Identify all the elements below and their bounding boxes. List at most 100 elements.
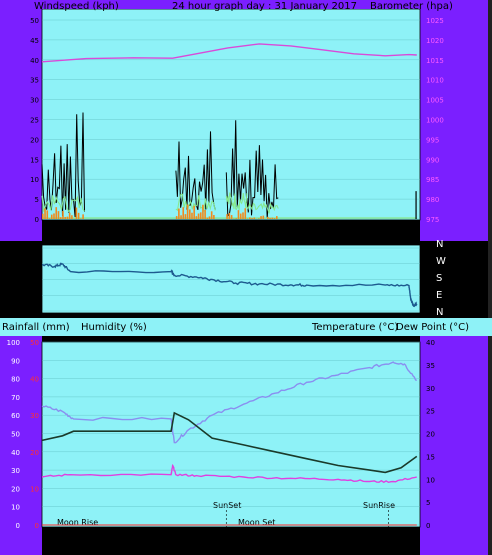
wind-speed-bar	[64, 216, 66, 219]
wind-speed-bar	[253, 217, 256, 219]
wind-speed-bar	[178, 208, 180, 219]
humidity-tick-label: 0	[16, 522, 20, 530]
direction-tick-label: 270	[26, 261, 39, 269]
direction-tick-label: 0	[35, 308, 39, 316]
x-tick-label: 23	[250, 230, 261, 240]
temp-tick-label: 25	[426, 408, 435, 416]
weather-graph-panel: Windspeed (kph) 24 hour graph day : 31 J…	[0, 0, 492, 555]
humidity-tick-label: 90	[11, 357, 20, 365]
humidity-tick-label: 40	[11, 449, 20, 457]
wind-tick-label: 40	[30, 57, 39, 65]
weather-graph-svg: Windspeed (kph) 24 hour graph day : 31 J…	[0, 0, 492, 555]
wind-speed-bar	[202, 204, 204, 219]
wind-speed-bar	[235, 218, 237, 219]
baro-tick-label: 1015	[426, 57, 444, 65]
barometer-header: Barometer (hpa)	[370, 1, 453, 12]
wind-speed-bar	[71, 215, 73, 219]
rain-tick-label: 10	[30, 485, 39, 493]
compass-label: S	[436, 273, 442, 284]
windspeed-header: Windspeed (kph)	[34, 1, 119, 12]
wind-speed-bar	[249, 217, 251, 219]
temp-tick-label: 15	[426, 453, 435, 461]
wind-speed-bar	[242, 212, 244, 219]
wind-speed-bar	[62, 210, 64, 219]
temp-tick-label: 5	[426, 499, 430, 507]
baro-tick-label: 1020	[426, 37, 444, 45]
wind-speed-bar	[271, 217, 274, 219]
temperature-header: Temperature (°C)	[311, 322, 398, 333]
x-tick-label: 21	[219, 230, 230, 240]
outer-border	[488, 0, 492, 555]
temperature-plot-area	[41, 341, 421, 528]
wind-speed-bar	[75, 207, 78, 219]
wind-tick-label: 15	[30, 156, 39, 164]
wind-speed-bar	[204, 209, 206, 219]
baro-tick-label: 995	[426, 136, 439, 144]
wind-speed-bar	[210, 211, 213, 219]
baro-tick-label: 975	[426, 216, 439, 224]
x-tick-label: 21	[219, 538, 230, 548]
x-tick-label: 17	[156, 538, 167, 548]
wind-speed-bar	[180, 215, 182, 219]
wind-speed-bar	[44, 208, 46, 219]
wind-speed-bar	[48, 218, 51, 219]
wind-speed-bar	[230, 215, 233, 219]
humidity-tick-label: 70	[11, 394, 20, 402]
wind-speed-bar	[251, 218, 253, 219]
baro-tick-label: 980	[426, 196, 439, 204]
temp-tick-label: 10	[426, 476, 435, 484]
x-tick-label: 19	[187, 538, 199, 548]
wind-speed-bar	[82, 214, 84, 219]
compass-label: N	[436, 307, 443, 318]
graph-title: 24 hour graph day : 31 January 2017	[172, 1, 357, 12]
wind-speed-bar	[239, 213, 242, 219]
humidity-tick-label: 100	[7, 339, 20, 347]
dewpoint-header: Dew Point (°C)	[396, 322, 469, 333]
wind-tick-label: 50	[30, 17, 39, 25]
wind-speed-bar	[184, 214, 187, 219]
wind-tick-label: 25	[30, 117, 39, 125]
wind-speed-bar	[50, 214, 53, 219]
wind-speed-bar	[42, 213, 44, 219]
x-tick-label: 15	[124, 230, 135, 240]
wind-speed-bar	[199, 212, 202, 219]
wind-tick-label: 45	[30, 37, 39, 45]
moonrise-label: Moon Rise	[57, 518, 98, 527]
wind-tick-label: 10	[30, 176, 39, 184]
x-tick-label: 11	[61, 230, 72, 240]
direction-plot-area	[41, 244, 421, 314]
moonset-label: Moon Set	[238, 518, 275, 527]
humidity-header: Humidity (%)	[81, 322, 147, 333]
humidity-tick-label: 50	[11, 431, 20, 439]
rain-tick-label: 30	[30, 412, 39, 420]
wind-speed-bar	[193, 205, 195, 219]
temp-tick-label: 40	[426, 339, 435, 347]
wind-speed-bar	[59, 217, 62, 219]
direction-tick-label: 180	[26, 277, 39, 285]
wind-tick-label: 20	[30, 136, 39, 144]
x-tick-label: 09	[408, 230, 420, 240]
wind-speed-bar	[276, 216, 278, 219]
temp-tick-label: 0	[426, 522, 430, 530]
wind-speed-bar	[197, 213, 200, 219]
x-tick-label: 13	[93, 538, 104, 548]
x-tick-label: 01	[282, 230, 293, 240]
wind-speed-bar	[195, 216, 198, 219]
rain-tick-label: 40	[30, 376, 39, 384]
baro-tick-label: 985	[426, 176, 439, 184]
sunset-label: SunSet	[213, 501, 241, 510]
wind-speed-bar	[175, 216, 178, 219]
baro-tick-label: 1010	[426, 77, 444, 85]
wind-speed-bar	[208, 216, 211, 219]
wind-speed-bar	[228, 212, 231, 219]
baro-tick-label: 1000	[426, 117, 444, 125]
direction-tick-label: 90	[30, 292, 39, 300]
x-tick-label: 03	[313, 230, 324, 240]
wind-speed-bar	[53, 213, 55, 219]
rain-tick-label: 20	[30, 449, 39, 457]
temp-tick-label: 30	[426, 385, 435, 393]
x-tick-label: 05	[345, 230, 356, 240]
wind-tick-label: 30	[30, 97, 39, 105]
wind-speed-bar	[68, 212, 71, 219]
wind-speed-bar	[66, 216, 69, 219]
